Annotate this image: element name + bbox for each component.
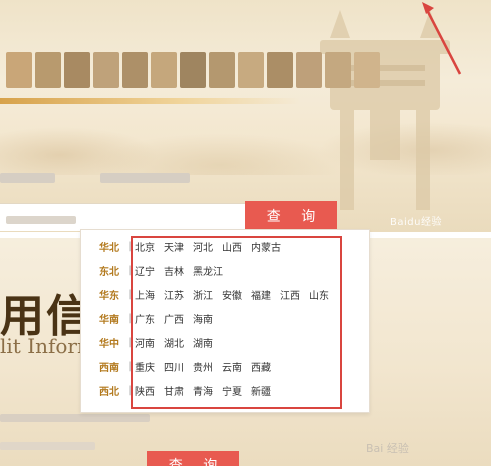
title-underline (0, 98, 300, 104)
province-option[interactable]: 江苏 (164, 287, 184, 302)
province-option[interactable]: 重庆 (135, 359, 155, 374)
province-option[interactable]: 浙江 (193, 287, 213, 302)
query-button-partial[interactable]: 查 询 (147, 451, 239, 466)
region-label: 西北 (99, 386, 119, 398)
province-option[interactable]: 河南 (135, 335, 155, 350)
region-separator: | (128, 360, 132, 372)
province-option[interactable]: 西藏 (251, 359, 271, 374)
province-option[interactable]: 河北 (193, 239, 213, 254)
province-option[interactable]: 安徽 (222, 287, 242, 302)
province-option[interactable]: 吉林 (164, 263, 184, 278)
province-option[interactable]: 四川 (164, 359, 184, 374)
region-separator: | (128, 264, 132, 276)
region-label: 华中 (99, 338, 119, 350)
region-label: 东北 (99, 266, 119, 278)
province-option[interactable]: 广东 (135, 311, 155, 326)
region-separator: | (128, 312, 132, 324)
annotation-arrow-icon (422, 2, 462, 75)
province-option[interactable]: 陕西 (135, 383, 155, 398)
region-separator: | (128, 240, 132, 252)
province-option[interactable]: 宁夏 (222, 383, 242, 398)
region-separator: | (128, 336, 132, 348)
blurred-text (0, 414, 150, 422)
region-label: 华南 (99, 314, 119, 326)
region-label: 华北 (99, 242, 119, 254)
province-option[interactable]: 江西 (280, 287, 300, 302)
province-option[interactable]: 贵州 (193, 359, 213, 374)
region-row: 华南 | 广东 广西 海南 (81, 306, 222, 330)
region-dropdown: 华北 | 北京 天津 河北 山西 内蒙古 东北 | 辽宁 吉林 黑龙江 华东 | 上海 江苏 浙江 安徽 福建 江西山… (80, 229, 370, 413)
province-option[interactable]: 云南 (222, 359, 242, 374)
province-option[interactable]: 天津 (164, 239, 184, 254)
province-option[interactable]: 山西 (222, 239, 242, 254)
region-separator: | (128, 384, 132, 396)
blurred-text (0, 442, 95, 450)
province-option[interactable]: 辽宁 (135, 263, 155, 278)
province-option[interactable]: 上海 (135, 287, 155, 302)
province-option[interactable]: 黑龙江 (193, 263, 223, 278)
province-option[interactable]: 湖北 (164, 335, 184, 350)
region-label: 华东 (99, 290, 119, 302)
province-option[interactable]: 海南 (193, 311, 213, 326)
search-placeholder (6, 216, 76, 224)
region-row: 东北 | 辽宁 吉林 黑龙江 (81, 258, 232, 282)
region-separator: | (128, 288, 132, 300)
province-option[interactable]: 山东 (309, 287, 329, 302)
region-row: 华东 | 上海 江苏 浙江 安徽 福建 江西 山东 (81, 282, 338, 306)
region-row: 西南 | 重庆 四川 贵州 云南 西藏 (81, 354, 280, 378)
province-option[interactable]: 内蒙古 (251, 239, 281, 254)
watermark-bottom: Bai 经验 (366, 442, 409, 455)
search-input[interactable] (0, 203, 253, 231)
province-option[interactable]: 广西 (164, 311, 184, 326)
region-row: 西北 | 陕西 甘肃 青海 宁夏 新疆 (81, 378, 280, 402)
watermark-top: Baidu经验 (390, 217, 442, 228)
query-button[interactable]: 查 询 (245, 201, 337, 232)
province-option[interactable]: 福建 (251, 287, 271, 302)
province-option[interactable]: 湖南 (193, 335, 213, 350)
province-option[interactable]: 北京 (135, 239, 155, 254)
region-row: 华中 | 河南 湖北 湖南 (81, 330, 222, 354)
top-banner: 查 询 Baidu经验 (0, 0, 491, 232)
province-option[interactable]: 青海 (193, 383, 213, 398)
region-row: 华北 | 北京 天津 河北 山西 内蒙古 (81, 234, 290, 258)
province-option[interactable]: 新疆 (251, 383, 271, 398)
blurred-text (0, 173, 55, 183)
blurred-site-title (6, 52, 380, 88)
blurred-text (100, 173, 190, 183)
region-label: 西南 (99, 362, 119, 374)
province-option[interactable]: 甘肃 (164, 383, 184, 398)
